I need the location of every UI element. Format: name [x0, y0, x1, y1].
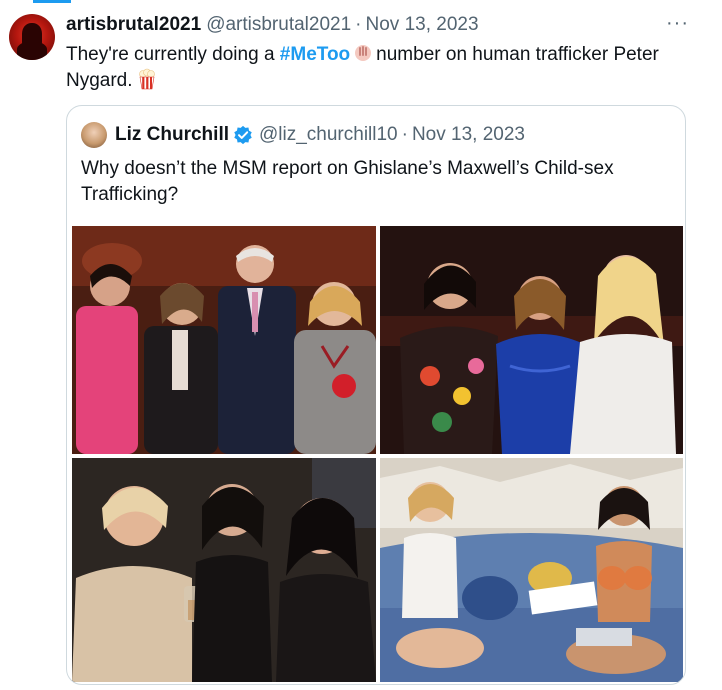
- photo-4-art: [380, 458, 683, 682]
- photo-2-art: [380, 226, 683, 454]
- tweet-date[interactable]: Nov 13, 2023: [366, 14, 479, 36]
- author-avatar[interactable]: [9, 14, 55, 60]
- photo-1-art: [72, 226, 376, 454]
- quote-author-avatar[interactable]: [81, 122, 107, 148]
- quote-author-handle[interactable]: @liz_churchill10: [259, 124, 398, 146]
- verified-badge-icon: [234, 125, 252, 145]
- photo-3-art: [72, 458, 376, 682]
- photo-2[interactable]: [380, 226, 683, 454]
- author-name[interactable]: artisbrutal2021: [66, 14, 201, 36]
- more-options-icon[interactable]: ···: [666, 12, 689, 35]
- quote-text: Why doesn’t the MSM report on Ghislane’s…: [81, 158, 614, 205]
- quote-meta-separator: ·: [401, 124, 408, 145]
- raised-hand-emoji: [355, 45, 372, 61]
- author-handle[interactable]: @artisbrutal2021: [206, 14, 351, 36]
- top-accent-bar: [33, 0, 71, 3]
- photo-4[interactable]: [380, 458, 683, 682]
- avatar-figure-body: [17, 42, 47, 60]
- tweet-text: They're currently doing a #MeToo number …: [66, 42, 686, 94]
- quote-date[interactable]: Nov 13, 2023: [412, 124, 525, 146]
- quote-author-name[interactable]: Liz Churchill: [115, 124, 229, 146]
- tweet-header: artisbrutal2021 @artisbrutal2021 · Nov 1…: [66, 14, 479, 36]
- photo-3[interactable]: [72, 458, 376, 682]
- popcorn-emoji: [138, 68, 155, 90]
- meta-separator: ·: [355, 14, 362, 35]
- quote-header: Liz Churchill @liz_churchill10 · Nov 13,…: [81, 122, 525, 148]
- hashtag-link[interactable]: #MeToo: [280, 44, 350, 65]
- quote-tweet-card[interactable]: Liz Churchill @liz_churchill10 · Nov 13,…: [66, 105, 686, 685]
- photo-1[interactable]: [72, 226, 376, 454]
- tweet-text-before: They're currently doing a: [66, 44, 275, 65]
